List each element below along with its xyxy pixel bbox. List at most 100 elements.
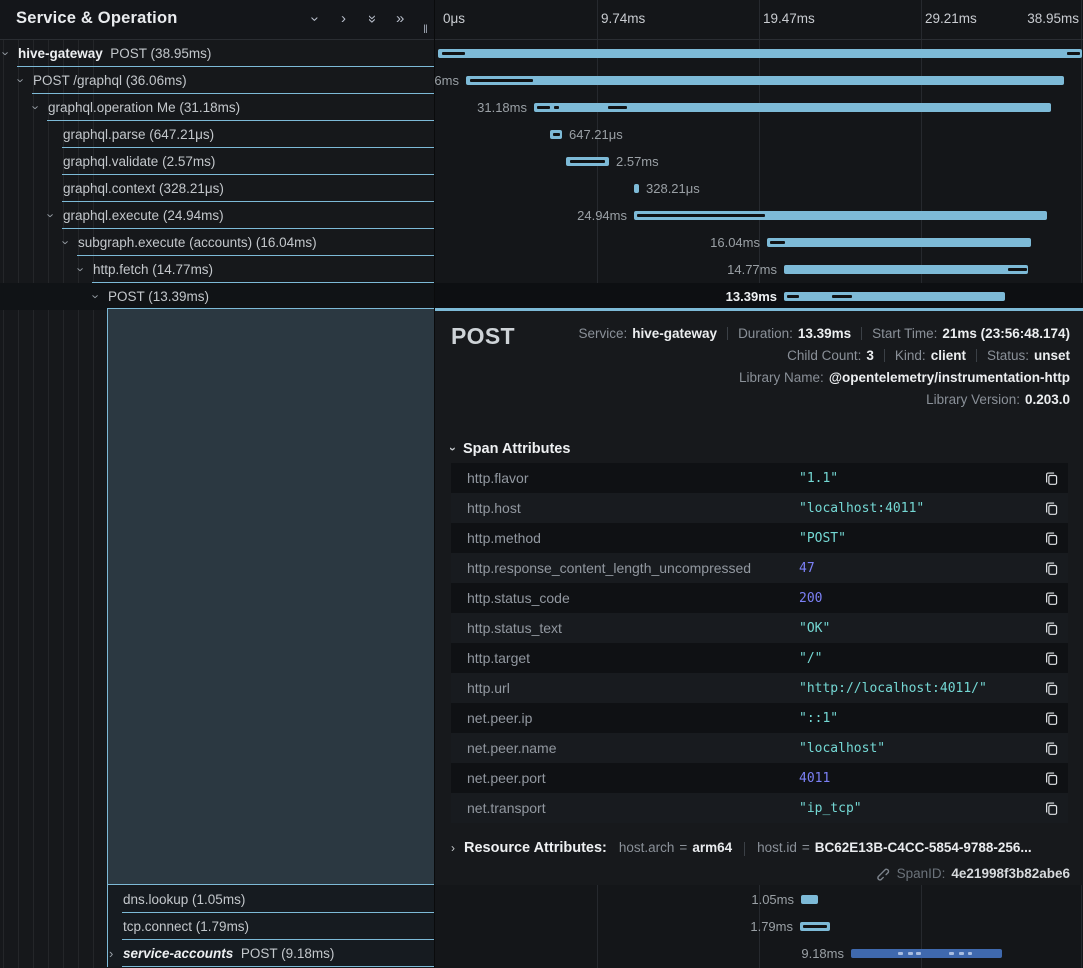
link-icon[interactable] <box>875 866 890 881</box>
attribute-row: http.response_content_length_uncompresse… <box>451 553 1068 583</box>
chevron-down-icon[interactable]: › <box>34 94 38 121</box>
meta-label: Duration: <box>738 326 793 341</box>
timeline-row[interactable]: 31.18ms <box>435 94 1083 121</box>
duration-label: 1.79ms <box>750 913 793 940</box>
meta-label: Service: <box>578 326 627 341</box>
copy-icon[interactable] <box>1034 501 1068 516</box>
span-tree-row[interactable]: ›http.fetch (14.77ms) <box>0 256 434 283</box>
span-tree-row[interactable]: ›subgraph.execute (accounts) (16.04ms) <box>0 229 434 256</box>
selected-span-guide-line <box>107 885 108 967</box>
span-tree-row[interactable]: › POST (13.39ms) <box>0 283 434 310</box>
timeline-row[interactable]: 328.21μs <box>435 175 1083 202</box>
copy-icon[interactable] <box>1034 741 1068 756</box>
timeline-row[interactable]: 2.57ms <box>435 148 1083 175</box>
span-bar[interactable] <box>767 238 1031 247</box>
span-tree-row[interactable]: graphql.parse (647.21μs) <box>0 121 434 148</box>
separator <box>861 327 862 340</box>
chevron-down-icon[interactable]: › <box>312 11 317 27</box>
attribute-value: "::1" <box>799 711 1034 726</box>
span-bar[interactable] <box>851 949 1002 958</box>
copy-icon[interactable] <box>1034 651 1068 666</box>
span-bar[interactable] <box>634 184 639 193</box>
attribute-row: http.status_text"OK" <box>451 613 1068 643</box>
span-bar[interactable] <box>566 157 609 166</box>
meta-value: client <box>931 348 966 363</box>
span-tree-row[interactable]: ›service-accounts POST (9.18ms) <box>0 940 434 967</box>
span-bar[interactable] <box>784 292 1005 301</box>
timeline-row[interactable]: 647.21μs <box>435 121 1083 148</box>
timeline-row[interactable] <box>435 40 1083 67</box>
span-label: POST (13.39ms) <box>108 283 209 310</box>
double-chevron-down-icon[interactable]: » <box>368 11 376 27</box>
timeline-tick: 0μs <box>443 11 465 26</box>
span-attributes-header[interactable]: ›Span Attributes <box>451 441 570 457</box>
chevron-right-icon[interactable]: › <box>341 11 346 27</box>
chevron-down-icon[interactable]: › <box>64 229 68 256</box>
timeline-tick: 9.74ms <box>601 11 645 26</box>
timeline-row[interactable]: 24.94ms <box>435 202 1083 229</box>
span-tree-row[interactable]: tcp.connect (1.79ms) <box>0 913 434 940</box>
span-tree-row[interactable]: graphql.validate (2.57ms) <box>0 148 434 175</box>
copy-icon[interactable] <box>1034 561 1068 576</box>
timeline-row[interactable]: 1.79ms <box>435 913 1083 940</box>
child-span-dash <box>898 952 903 955</box>
span-tree-row[interactable]: graphql.context (328.21μs) <box>0 175 434 202</box>
service-name: service-accounts <box>123 946 233 961</box>
attribute-key: http.response_content_length_uncompresse… <box>451 560 799 576</box>
span-bar[interactable] <box>438 49 1082 58</box>
span-tree-row[interactable]: dns.lookup (1.05ms) <box>0 886 434 913</box>
attribute-value: "/" <box>799 651 1034 666</box>
attribute-key: http.host <box>451 500 799 516</box>
child-span-notch <box>554 106 559 109</box>
chevron-down-icon[interactable]: › <box>94 283 98 310</box>
attribute-row: net.peer.name"localhost" <box>451 733 1068 763</box>
timeline-row[interactable]: 1.05ms <box>435 886 1083 913</box>
attribute-value: "localhost" <box>799 741 1034 756</box>
timeline-panel: 0μs 9.74ms 19.47ms 29.21ms 38.95ms 36.06… <box>434 0 1083 968</box>
resource-attributes-row[interactable]: › Resource Attributes: host.arch=arm64ho… <box>451 838 1032 858</box>
child-span-notch <box>570 160 605 163</box>
chevron-right-icon[interactable]: › <box>109 940 113 967</box>
timeline-row[interactable]: 14.77ms <box>435 256 1083 283</box>
chevron-down-icon[interactable]: › <box>19 67 23 94</box>
span-bar[interactable] <box>466 76 1064 85</box>
attribute-key: http.flavor <box>451 470 799 486</box>
copy-icon[interactable] <box>1034 531 1068 546</box>
span-bar[interactable] <box>801 895 818 904</box>
resource-value: BC62E13B-C4CC-5854-9788-256... <box>815 840 1032 855</box>
span-tree-row[interactable]: ›POST /graphql (36.06ms) <box>0 67 434 94</box>
attribute-key: http.status_code <box>451 590 799 606</box>
copy-icon[interactable] <box>1034 801 1068 816</box>
duration-label: 328.21μs <box>646 175 700 202</box>
copy-icon[interactable] <box>1034 681 1068 696</box>
timeline-row[interactable]: 16.04ms <box>435 229 1083 256</box>
span-id-value: 4e21998f3b82abe6 <box>951 866 1070 881</box>
chevron-down-icon[interactable]: › <box>4 40 8 67</box>
timeline-row[interactable]: 36.06ms <box>435 67 1083 94</box>
span-tree-row[interactable]: ›graphql.operation Me (31.18ms) <box>0 94 434 121</box>
span-bar[interactable] <box>634 211 1047 220</box>
span-label: graphql.context (328.21μs) <box>63 175 224 202</box>
double-chevron-right-icon[interactable]: » <box>396 11 404 27</box>
span-bar[interactable] <box>534 103 1051 112</box>
copy-icon[interactable] <box>1034 771 1068 786</box>
resource-attributes-items: host.arch=arm64host.id=BC62E13B-C4CC-585… <box>619 840 1032 855</box>
span-tree-row[interactable]: ›graphql.execute (24.94ms) <box>0 202 434 229</box>
chevron-down-icon[interactable]: › <box>49 202 53 229</box>
span-meta: Service:hive-gatewayDuration:13.39msStar… <box>578 322 1070 410</box>
resource-value: arm64 <box>692 840 732 855</box>
copy-icon[interactable] <box>1034 711 1068 726</box>
resource-key: host.arch <box>619 840 675 855</box>
attribute-row: net.peer.ip"::1" <box>451 703 1068 733</box>
span-tree-row[interactable]: ›hive-gateway POST (38.95ms) <box>0 40 434 67</box>
span-bar[interactable] <box>550 130 562 139</box>
copy-icon[interactable] <box>1034 591 1068 606</box>
copy-icon[interactable] <box>1034 621 1068 636</box>
panel-resizer-handle[interactable]: ‖ <box>423 22 429 36</box>
timeline-row[interactable]: 13.39ms <box>435 283 1083 310</box>
copy-icon[interactable] <box>1034 471 1068 486</box>
timeline-row[interactable]: 9.18ms <box>435 940 1083 967</box>
chevron-down-icon[interactable]: › <box>79 256 83 283</box>
span-bar[interactable] <box>784 265 1028 274</box>
span-bar[interactable] <box>800 922 830 931</box>
